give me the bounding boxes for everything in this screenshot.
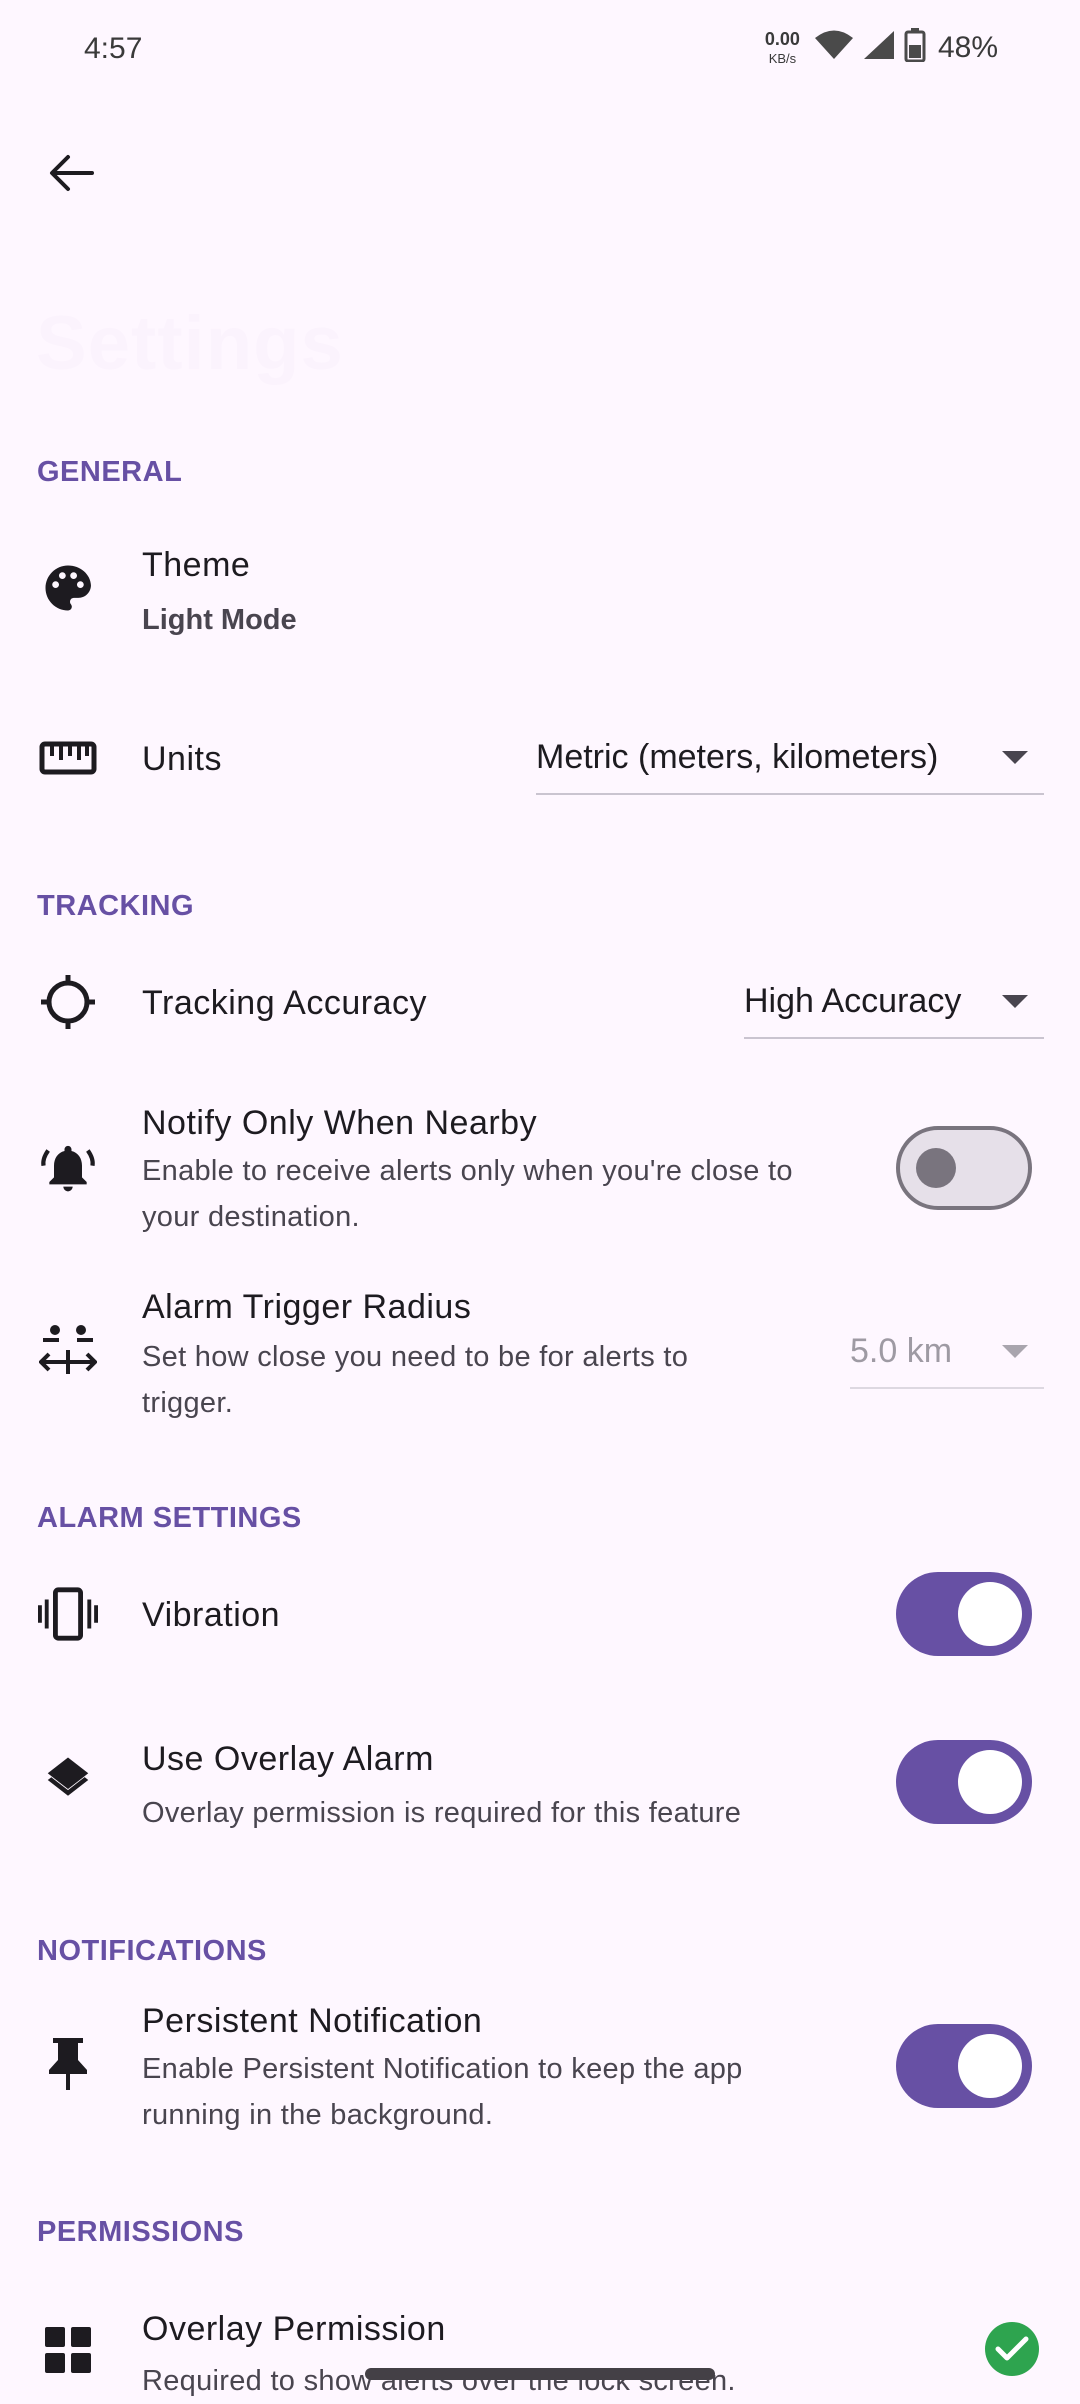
overlay-permission-title: Overlay Permission	[142, 2310, 446, 2348]
pin-icon	[38, 2034, 98, 2094]
theme-value: Light Mode	[142, 604, 297, 636]
page-title: Settings	[36, 301, 344, 386]
toggle-thumb	[958, 2034, 1022, 2098]
tracking-accuracy-dropdown-value: High Accuracy	[744, 982, 962, 1020]
units-dropdown[interactable]: Metric (meters, kilometers)	[536, 738, 1044, 795]
caret-down-icon	[1002, 751, 1028, 764]
arrow-left-icon	[48, 153, 94, 198]
radius-arrows-icon	[38, 1320, 98, 1380]
alarm-radius-description: Set how close you need to be for alerts …	[142, 1341, 689, 1419]
network-speed-unit: KB/s	[768, 51, 797, 66]
overlay-alarm-title: Use Overlay Alarm	[142, 1740, 434, 1778]
bell-ringing-icon	[38, 1138, 98, 1198]
tracking-accuracy-dropdown[interactable]: High Accuracy	[744, 982, 1044, 1039]
gps-crosshair-icon	[38, 972, 98, 1032]
units-dropdown-value: Metric (meters, kilometers)	[536, 738, 939, 776]
persistent-notification-toggle[interactable]	[896, 2024, 1032, 2108]
units-title: Units	[142, 740, 222, 778]
vibration-title: Vibration	[142, 1596, 281, 1634]
alarm-radius-title: Alarm Trigger Radius	[142, 1288, 472, 1326]
section-header-general: GENERAL	[37, 456, 183, 488]
network-speed-value: 0.00	[764, 29, 800, 49]
home-indicator[interactable]	[365, 2368, 715, 2380]
persistent-notification-title: Persistent Notification	[142, 2002, 483, 2040]
network-speed: 0.00 KB/s	[765, 30, 800, 65]
alarm-radius-dropdown[interactable]: 5.0 km	[850, 1332, 1044, 1389]
notify-nearby-description: Enable to receive alerts only when you'r…	[142, 1155, 793, 1233]
overlay-alarm-description: Overlay permission is required for this …	[142, 1797, 742, 1829]
check-circle-icon	[985, 2322, 1039, 2376]
layers-icon	[38, 1750, 98, 1810]
section-header-notifications: NOTIFICATIONS	[37, 1935, 267, 1967]
section-header-tracking: TRACKING	[37, 890, 195, 922]
status-bar: 4:57 0.00 KB/s 48%	[0, 0, 1080, 100]
vibration-icon	[38, 1584, 98, 1644]
overlay-alarm-toggle[interactable]	[896, 1740, 1032, 1824]
section-header-alarm-settings: ALARM SETTINGS	[37, 1502, 302, 1534]
palette-icon	[38, 558, 98, 618]
persistent-notification-description: Enable Persistent Notification to keep t…	[142, 2053, 743, 2131]
cellular-signal-icon	[862, 29, 896, 66]
alarm-radius-dropdown-value: 5.0 km	[850, 1332, 953, 1370]
tracking-accuracy-title: Tracking Accuracy	[142, 984, 427, 1022]
section-header-permissions: PERMISSIONS	[37, 2216, 244, 2248]
battery-icon	[904, 28, 926, 67]
status-icons: 0.00 KB/s 48%	[765, 28, 998, 67]
caret-down-icon	[1002, 995, 1028, 1008]
grid-window-icon	[38, 2320, 98, 2380]
overlay-permission-description: Required to show alerts over the lock sc…	[142, 2365, 736, 2397]
back-button[interactable]	[36, 140, 106, 210]
battery-percentage: 48%	[937, 30, 998, 64]
toggle-thumb	[958, 1582, 1022, 1646]
status-time: 4:57	[84, 32, 143, 65]
ruler-icon	[38, 728, 98, 788]
notify-nearby-toggle[interactable]	[896, 1126, 1032, 1210]
toggle-thumb	[916, 1148, 956, 1188]
vibration-toggle[interactable]	[896, 1572, 1032, 1656]
wifi-icon	[814, 29, 854, 66]
caret-down-icon	[1002, 1345, 1028, 1358]
notify-nearby-title: Notify Only When Nearby	[142, 1104, 538, 1142]
toggle-thumb	[958, 1750, 1022, 1814]
theme-title: Theme	[142, 546, 251, 584]
